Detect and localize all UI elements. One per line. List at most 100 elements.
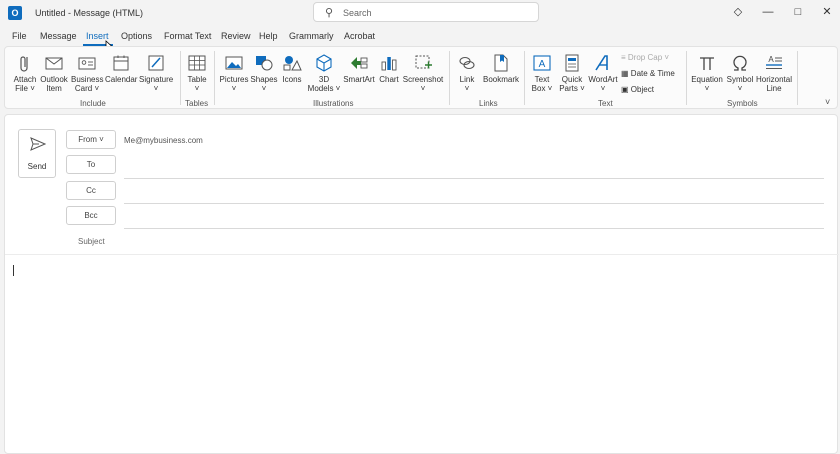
object-button[interactable]: ▣ Object [621, 85, 654, 94]
ribbon-separator [797, 51, 798, 105]
maximize-button[interactable]: □ [789, 4, 807, 20]
table-icon [188, 55, 206, 71]
shapes-label-2: ˅ [261, 84, 267, 93]
ribbon-separator [686, 51, 687, 105]
chart-button[interactable]: Chart [377, 53, 401, 84]
group-label-symbols: Symbols [727, 99, 758, 108]
link-label-2: ˅ [464, 84, 470, 93]
group-label-include: Include [80, 99, 106, 108]
search-icon: ⚲ [325, 7, 334, 19]
search-box[interactable]: ⚲ Search [313, 2, 539, 22]
body-divider [5, 254, 839, 255]
screenshot-label-2: ˅ [420, 84, 426, 93]
bcc-field-underline[interactable] [124, 228, 824, 229]
cc-button[interactable]: Cc [66, 181, 116, 200]
tab-review[interactable]: Review [221, 31, 251, 41]
3d-models-button[interactable]: 3D Models ˅ [305, 53, 343, 93]
symbol-button[interactable]: Symbol ˅ [725, 53, 755, 93]
business-card-button[interactable]: Business Card ˅ [71, 53, 103, 93]
symbol-label-2: ˅ [737, 84, 743, 93]
symbol-label-1: Symbol [726, 75, 754, 84]
ribbon-expand-chevron-icon[interactable]: ˅ [825, 97, 830, 107]
3d-models-label-2: Models ˅ [307, 84, 341, 93]
equation-label-1: Equation [691, 75, 723, 84]
screenshot-button[interactable]: Screenshot ˅ [402, 53, 444, 93]
shapes-label-1: Shapes [250, 75, 278, 84]
table-label-2: ˅ [194, 84, 200, 93]
signature-label-2: ˅ [153, 84, 159, 93]
ribbon-tabs: File Message Insert Options Format Text … [0, 28, 840, 46]
from-button[interactable]: From ˅ [66, 130, 116, 149]
tab-options[interactable]: Options [121, 31, 152, 41]
smartart-button[interactable]: SmartArt [342, 53, 376, 84]
icons-button[interactable]: Icons [279, 53, 305, 84]
chart-label: Chart [379, 75, 399, 84]
pictures-label-1: Pictures [219, 75, 249, 84]
group-label-links: Links [479, 99, 498, 108]
ribbon-separator [180, 51, 181, 105]
table-button[interactable]: Table ˅ [183, 53, 211, 93]
from-address: Me@mybusiness.com [124, 136, 203, 145]
object-icon: ▣ [621, 85, 629, 94]
group-label-text: Text [598, 99, 613, 108]
drop-cap-icon: ≡ [621, 53, 626, 62]
search-placeholder: Search [343, 8, 372, 18]
link-label-1: Link [459, 75, 475, 84]
group-label-illustrations: Illustrations [313, 99, 354, 108]
business-card-label-2: Card ˅ [74, 84, 100, 93]
signature-button[interactable]: Signature ˅ [139, 53, 173, 93]
minimize-button[interactable]: — [759, 4, 777, 20]
icons-label: Icons [282, 75, 302, 84]
send-button[interactable]: Send [18, 129, 56, 178]
tab-help[interactable]: Help [259, 31, 278, 41]
quick-parts-label-1: Quick [561, 75, 583, 84]
outlook-item-label-2: Item [46, 84, 62, 93]
pi-icon [700, 57, 714, 70]
send-arrow-icon [30, 137, 46, 151]
wordart-button[interactable]: WordArt ˅ [587, 53, 619, 93]
outlook-app-icon: O [8, 6, 22, 20]
bcc-button[interactable]: Bcc [66, 206, 116, 225]
wordart-label-1: WordArt [588, 75, 618, 84]
svg-text:A: A [768, 55, 774, 64]
drop-cap-button[interactable]: ≡ Drop Cap ˅ [621, 53, 669, 62]
date-time-button[interactable]: ▦ Date & Time [621, 69, 675, 78]
attach-file-button[interactable]: Attach File ˅ [11, 53, 39, 93]
shapes-button[interactable]: Shapes ˅ [250, 53, 278, 93]
message-compose-area: Send From ˅ Me@mybusiness.com To Cc Bcc … [4, 114, 839, 454]
text-box-label-1: Text [534, 75, 550, 84]
quick-parts-button[interactable]: Quick Parts ˅ [557, 53, 587, 93]
premium-diamond-icon[interactable]: ◇ [729, 4, 747, 20]
wordart-icon [595, 55, 608, 71]
tab-format-text[interactable]: Format Text [164, 31, 211, 41]
signature-label-1: Signature [139, 75, 174, 84]
calendar-icon [113, 55, 129, 71]
send-label: Send [27, 162, 47, 171]
quick-parts-label-2: Parts ˅ [559, 84, 585, 93]
svg-text:A: A [539, 59, 546, 70]
calendar-button[interactable]: Calendar [105, 53, 137, 84]
close-button[interactable]: ✕ [818, 4, 836, 20]
tab-message[interactable]: Message [40, 31, 77, 41]
text-box-button[interactable]: A Text Box ˅ [527, 53, 557, 93]
equation-label-2: ˅ [704, 84, 710, 93]
horizontal-line-button[interactable]: A Horizontal Line [755, 53, 793, 93]
bookmark-button[interactable]: Bookmark [481, 53, 521, 84]
link-button[interactable]: Link ˅ [455, 53, 479, 93]
subject-label: Subject [78, 237, 105, 246]
outlook-item-button[interactable]: Outlook Item [39, 53, 69, 93]
tab-acrobat[interactable]: Acrobat [344, 31, 375, 41]
shapes-icon [256, 56, 273, 71]
attach-file-label-2: File ˅ [15, 84, 35, 93]
cc-field-underline[interactable] [124, 203, 824, 204]
text-box-label-2: Box ˅ [531, 84, 553, 93]
screenshot-icon [415, 55, 432, 69]
to-field-underline[interactable] [124, 178, 824, 179]
to-button[interactable]: To [66, 155, 116, 174]
equation-button[interactable]: Equation ˅ [689, 53, 725, 93]
outlook-item-label-1: Outlook [40, 75, 68, 84]
tab-grammarly[interactable]: Grammarly [289, 31, 334, 41]
pictures-button[interactable]: Pictures ˅ [218, 53, 250, 93]
tab-file[interactable]: File [12, 31, 27, 41]
ribbon-separator [214, 51, 215, 105]
